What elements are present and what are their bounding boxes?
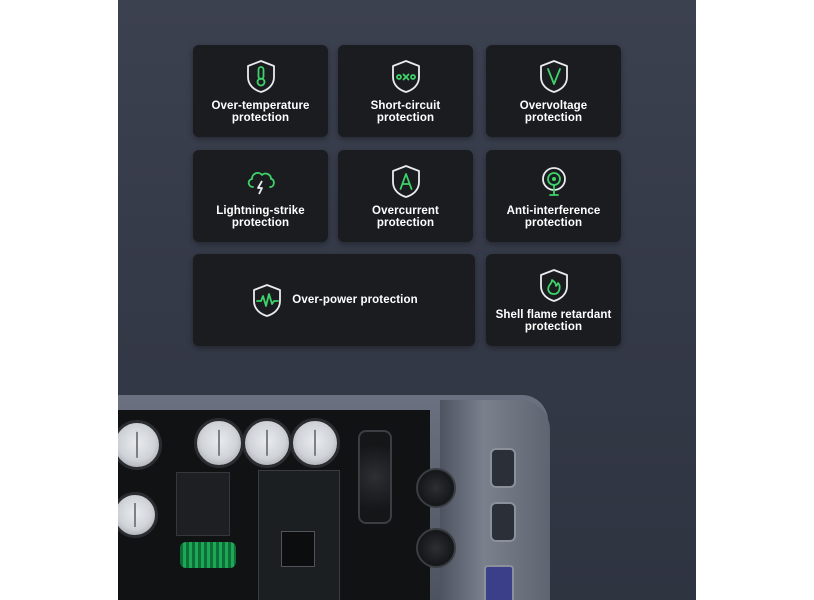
component-image: [358, 430, 392, 524]
feature-label: Overvoltage protection: [519, 100, 588, 124]
feature-label: Lightning-strike protection: [216, 205, 305, 229]
feature-label: Short-circuit protection: [370, 100, 441, 124]
feature-card-overvoltage: Overvoltage protection: [486, 45, 621, 137]
capacitor-image: [194, 418, 244, 468]
feature-label: Shell flame retardant protection: [495, 309, 612, 333]
feature-card-anti-interference: Anti-interference protection: [486, 150, 621, 242]
feature-card-over-power: Over-power protection: [193, 254, 475, 346]
transformer-image: [176, 472, 230, 536]
feature-label: Over-temperature protection: [211, 100, 310, 124]
feature-label: Overcurrent protection: [372, 205, 439, 229]
thermometer-shield-icon: [246, 60, 275, 93]
feature-label: Over-power protection: [292, 294, 418, 306]
feature-card-flame-retardant: Shell flame retardant protection: [486, 254, 621, 346]
usb-c-port-1: [490, 448, 516, 488]
capacitor-image: [242, 418, 292, 468]
usb-a-port: [484, 565, 514, 600]
component-image: [416, 528, 456, 568]
short-circuit-shield-icon: [391, 60, 420, 93]
lightning-cloud-icon: [247, 172, 275, 195]
power-wave-shield-icon: [253, 284, 282, 317]
feature-card-lightning-strike: Lightning-strike protection: [193, 150, 328, 242]
product-banner: Over-temperature protection Short-circui…: [118, 0, 696, 600]
feature-card-overcurrent: Overcurrent protection: [338, 150, 473, 242]
feature-card-over-temperature: Over-temperature protection: [193, 45, 328, 137]
signal-interference-icon: [541, 167, 566, 196]
feature-label: Anti-interference protection: [506, 205, 601, 229]
controller-chip-image: [258, 470, 340, 600]
inductor-coil-image: [180, 542, 236, 568]
usb-c-port-2: [490, 502, 516, 542]
capacitor-image: [290, 418, 340, 468]
voltage-shield-icon: [539, 60, 568, 93]
flame-shield-icon: [539, 269, 568, 302]
ampere-shield-icon: [391, 165, 420, 198]
feature-card-short-circuit: Short-circuit protection: [338, 45, 473, 137]
component-image: [416, 468, 456, 508]
